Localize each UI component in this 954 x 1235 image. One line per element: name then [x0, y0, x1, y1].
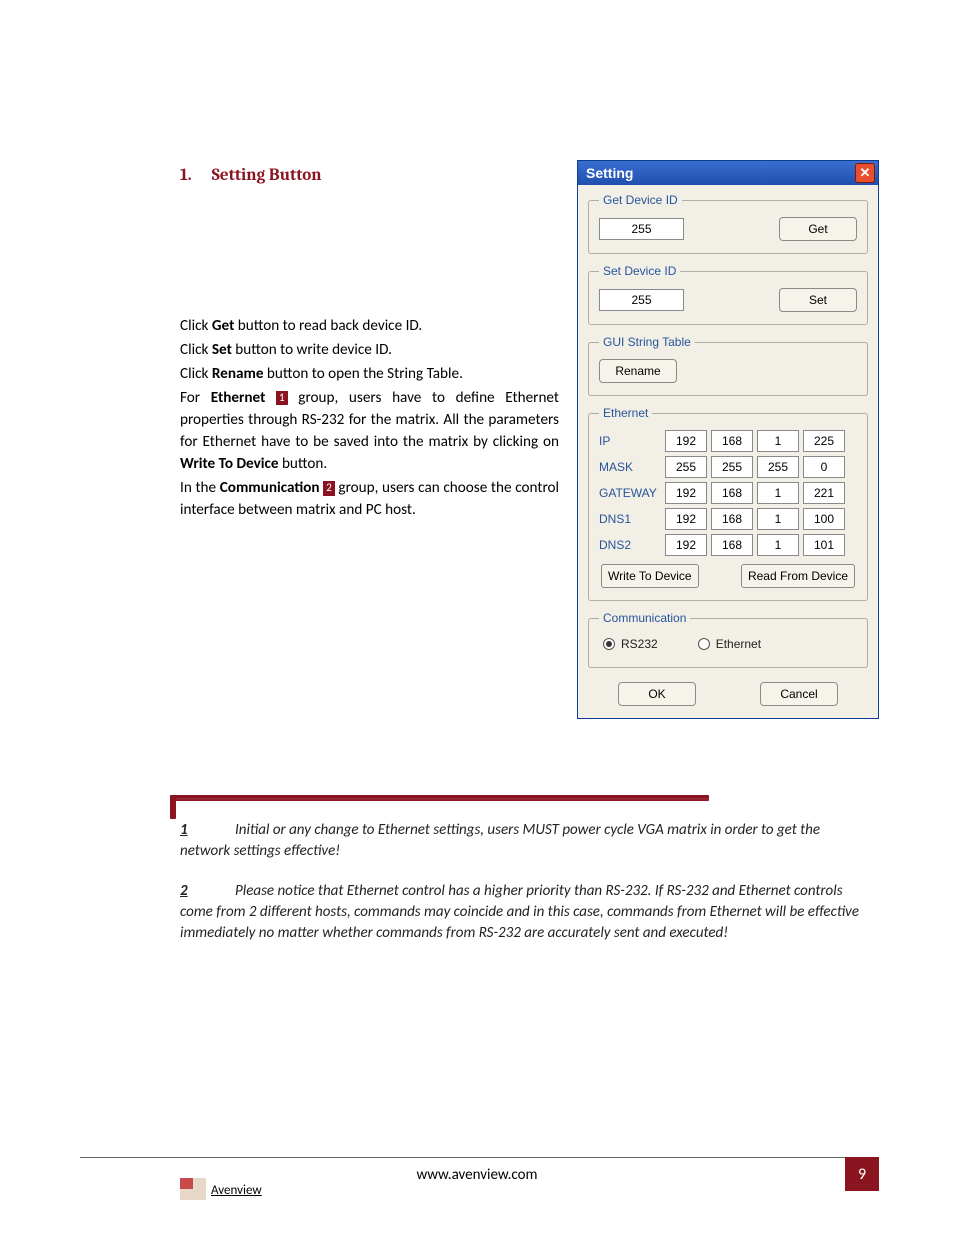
footer-logo: Avenview	[180, 1178, 262, 1202]
ip-octet-3[interactable]	[757, 430, 799, 452]
footnotes: 1Initial or any change to Ethernet setti…	[180, 820, 864, 962]
legend-get-device-id: Get Device ID	[599, 193, 682, 207]
write-to-device-button[interactable]: Write To Device	[601, 564, 699, 588]
footnote-1-text: Initial or any change to Ethernet settin…	[180, 821, 820, 860]
read-from-device-button[interactable]: Read From Device	[741, 564, 855, 588]
group-communication: Communication RS232 Ethernet	[588, 611, 868, 668]
body-text: Click Get button to read back device ID.…	[180, 315, 559, 521]
legend-set-device-id: Set Device ID	[599, 264, 680, 278]
dialog-title: Setting	[586, 165, 633, 181]
gateway-octet-4[interactable]	[803, 482, 845, 504]
gateway-octet-2[interactable]	[711, 482, 753, 504]
section-heading: 1. Setting Button	[180, 166, 559, 185]
logo-icon	[180, 1178, 208, 1202]
ip-octet-1[interactable]	[665, 430, 707, 452]
dns2-octet-2[interactable]	[711, 534, 753, 556]
dns1-octet-1[interactable]	[665, 508, 707, 530]
paragraph-set: Click Set button to write device ID.	[180, 339, 559, 361]
section-divider	[170, 795, 709, 805]
ethernet-row-ip: IP	[599, 430, 857, 452]
ethernet-row-mask: MASK	[599, 456, 857, 478]
label-ip: IP	[599, 434, 661, 448]
paragraph-communication: In the Communication 2 group, users can …	[180, 477, 559, 521]
close-icon: ✕	[860, 165, 871, 181]
radio-icon	[698, 638, 710, 650]
gateway-octet-1[interactable]	[665, 482, 707, 504]
legend-ethernet: Ethernet	[599, 406, 652, 420]
label-dns1: DNS1	[599, 512, 661, 526]
get-device-id-input[interactable]	[599, 218, 684, 240]
mask-octet-1[interactable]	[665, 456, 707, 478]
rename-button[interactable]: Rename	[599, 359, 677, 383]
dns1-octet-2[interactable]	[711, 508, 753, 530]
footnote-2-text: Please notice that Ethernet control has …	[180, 882, 859, 943]
dialog-titlebar: Setting ✕	[578, 161, 878, 185]
radio-rs232[interactable]: RS232	[603, 637, 658, 651]
radio-ethernet-label: Ethernet	[716, 637, 761, 651]
paragraph-rename: Click Rename button to open the String T…	[180, 363, 559, 385]
cancel-button[interactable]: Cancel	[760, 682, 838, 706]
mask-octet-4[interactable]	[803, 456, 845, 478]
setting-dialog: Setting ✕ Get Device ID Get Set Device I…	[577, 160, 879, 719]
paragraph-ethernet: For Ethernet 1 group, users have to defi…	[180, 387, 559, 475]
dns2-octet-1[interactable]	[665, 534, 707, 556]
footer-url: www.avenview.com	[0, 1166, 954, 1184]
radio-icon	[603, 638, 615, 650]
radio-rs232-label: RS232	[621, 637, 658, 651]
footer-rule	[80, 1157, 879, 1158]
group-ethernet: Ethernet IP MASK	[588, 406, 868, 601]
radio-ethernet[interactable]: Ethernet	[698, 637, 761, 651]
ip-octet-2[interactable]	[711, 430, 753, 452]
set-device-id-input[interactable]	[599, 289, 684, 311]
legend-gui-string-table: GUI String Table	[599, 335, 695, 349]
paragraph-get: Click Get button to read back device ID.	[180, 315, 559, 337]
dns2-octet-4[interactable]	[803, 534, 845, 556]
footnote-1-number: 1	[180, 820, 235, 841]
page-number: 9	[845, 1157, 879, 1191]
close-button[interactable]: ✕	[855, 163, 875, 183]
ok-button[interactable]: OK	[618, 682, 696, 706]
dns1-octet-4[interactable]	[803, 508, 845, 530]
footnote-2-number: 2	[180, 881, 235, 902]
heading-text: Setting Button	[212, 166, 322, 185]
footnote-marker-1: 1	[276, 391, 288, 405]
gateway-octet-3[interactable]	[757, 482, 799, 504]
label-gateway: GATEWAY	[599, 486, 661, 500]
mask-octet-3[interactable]	[757, 456, 799, 478]
ethernet-row-dns1: DNS1	[599, 508, 857, 530]
footnote-2: 2Please notice that Ethernet control has…	[180, 881, 864, 945]
logo-text: Avenview	[211, 1183, 262, 1198]
ethernet-row-dns2: DNS2	[599, 534, 857, 556]
group-set-device-id: Set Device ID Set	[588, 264, 868, 325]
get-button[interactable]: Get	[779, 217, 857, 241]
footnote-marker-2: 2	[323, 481, 335, 495]
dns1-octet-3[interactable]	[757, 508, 799, 530]
dns2-octet-3[interactable]	[757, 534, 799, 556]
heading-number: 1.	[180, 166, 208, 185]
group-get-device-id: Get Device ID Get	[588, 193, 868, 254]
label-dns2: DNS2	[599, 538, 661, 552]
ethernet-table: IP MASK GATEWAY	[599, 430, 857, 556]
label-mask: MASK	[599, 460, 661, 474]
footnote-1: 1Initial or any change to Ethernet setti…	[180, 820, 864, 863]
group-gui-string-table: GUI String Table Rename	[588, 335, 868, 396]
ip-octet-4[interactable]	[803, 430, 845, 452]
legend-communication: Communication	[599, 611, 690, 625]
set-button[interactable]: Set	[779, 288, 857, 312]
ethernet-row-gateway: GATEWAY	[599, 482, 857, 504]
mask-octet-2[interactable]	[711, 456, 753, 478]
